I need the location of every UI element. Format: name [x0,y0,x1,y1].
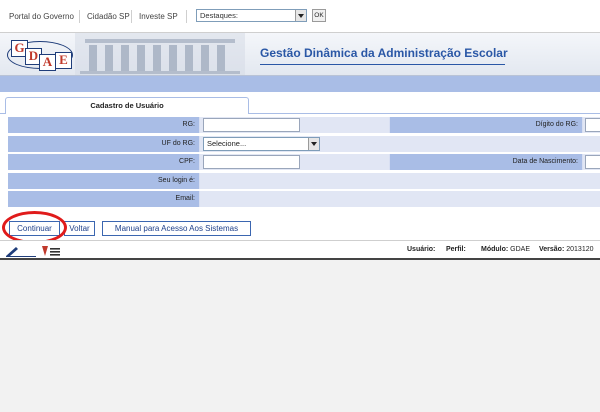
nav-divider [79,10,80,23]
nav-divider [186,10,187,23]
rg-cell [200,117,389,133]
link-portal-do-governo[interactable]: Portal do Governo [9,12,74,21]
page-title: Gestão Dinâmica da Administração Escolar [260,46,508,60]
continuar-button[interactable]: Continuar [9,221,60,236]
data-nascimento-label: Data de Nascimento: [390,154,582,170]
perfil-label: Perfil: [446,246,466,253]
page: Portal do Governo Cidadão SP Investe SP … [0,0,600,412]
logo-letter: A [39,54,56,71]
top-nav-bar: Portal do Governo Cidadão SP Investe SP … [0,0,600,33]
versao-info: Versão: 2013120 [539,246,594,253]
form-row-email: Email: [8,191,600,207]
uf-rg-select-value: Selecione... [207,139,247,148]
form-row-rg: RG: Dígito do RG: [8,117,600,133]
login-value [200,173,600,189]
usuario-label: Usuário: [407,246,436,253]
uf-rg-select[interactable]: Selecione... [203,137,320,151]
modulo-value: GDAE [510,246,531,253]
title-underline [260,64,505,65]
digito-rg-label: Dígito do RG: [390,117,582,133]
cpf-label: CPF: [8,154,199,170]
building-illustration [75,33,245,75]
email-label: Email: [8,191,199,207]
rg-label: RG: [8,117,199,133]
gdae-logo: G D A E [5,39,75,71]
digito-rg-cell [583,117,600,133]
menu-strip [0,76,600,92]
form-row-login: Seu login é: [8,173,600,189]
uf-rg-label: UF do RG: [8,136,199,152]
form-row-uf: UF do RG: Selecione... [8,136,600,152]
link-investe-sp[interactable]: Investe SP [139,12,178,21]
login-label: Seu login é: [8,173,199,189]
sp-government-logo [6,246,60,257]
email-value [200,191,600,207]
data-nascimento-input[interactable] [585,155,600,169]
cpf-input[interactable] [203,155,300,169]
voltar-button[interactable]: Voltar [64,221,95,236]
tab-cadastro-de-usuario[interactable]: Cadastro de Usuário [5,97,249,114]
logo-letter: E [55,52,72,69]
manual-acesso-button[interactable]: Manual para Acesso Aos Sistemas [102,221,251,236]
nav-divider [131,10,132,23]
chevron-down-icon[interactable] [308,138,319,150]
digito-rg-input[interactable] [585,118,600,132]
ok-button[interactable]: OK [312,9,326,22]
status-footer: Usuário: Perfil: Módulo: GDAE Versão: 20… [0,240,600,260]
header-banner: G D A E Gestão Dinâmica da Administração… [0,33,600,76]
rg-input[interactable] [203,118,300,132]
uf-rg-cell: Selecione... [200,136,600,152]
cpf-cell [200,154,389,170]
data-nascimento-cell [583,154,600,170]
modulo-info: Módulo: GDAE [481,246,531,253]
form-row-cpf: CPF: Data de Nascimento: [8,154,600,170]
chevron-down-icon[interactable] [295,10,306,21]
versao-value: 2013120 [566,246,594,253]
destaques-select[interactable]: Destaques: [196,9,307,22]
link-cidadao-sp[interactable]: Cidadão SP [87,12,130,21]
destaques-select-value: Destaques: [200,11,238,20]
